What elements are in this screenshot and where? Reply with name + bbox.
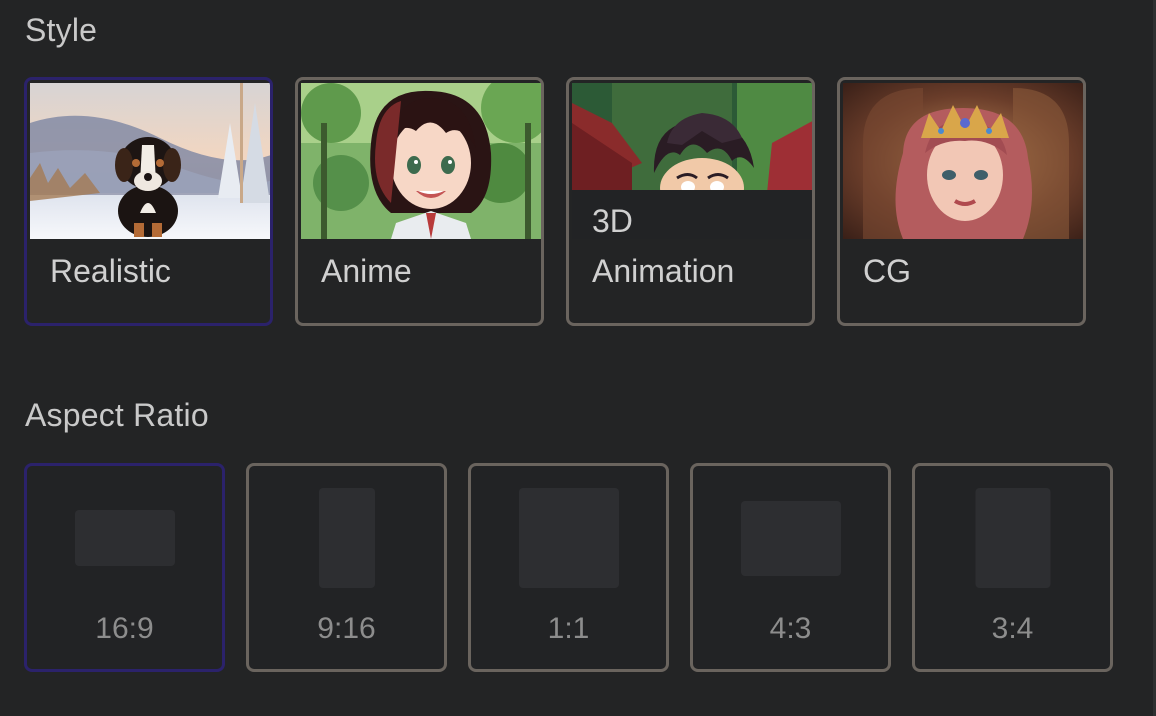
style-section-title: Style [25,12,98,48]
aspect-preview-1-1 [518,488,619,588]
aspect-option-label: 4:3 [769,612,812,645]
style-options: Realistic Anime 3D Animation CG [24,77,1086,326]
anime-thumbnail [301,83,541,239]
aspect-ratio-section-title: Aspect Ratio [25,397,209,433]
style-option-cg[interactable]: CG [837,77,1086,326]
aspect-option-3-4[interactable]: 3:4 [912,463,1113,672]
aspect-ratio-options: 16:9 9:16 1:1 4:3 3:4 [24,463,1113,672]
style-option-label: Anime [321,253,412,289]
style-option-anime[interactable]: Anime [295,77,544,326]
style-option-realistic[interactable]: Realistic [24,77,273,326]
aspect-option-16-9[interactable]: 16:9 [24,463,225,672]
aspect-option-label: 1:1 [547,612,590,645]
style-option-label: CG [863,253,911,289]
style-option-label: Realistic [50,253,171,289]
aspect-preview-9-16 [318,488,375,588]
aspect-option-label: 3:4 [991,612,1034,645]
aspect-preview-16-9 [74,510,175,566]
aspect-option-label: 16:9 [95,612,154,645]
realistic-thumbnail [30,83,270,239]
style-option-label: 3D Animation [592,203,735,289]
aspect-option-9-16[interactable]: 9:16 [246,463,447,672]
aspect-option-label: 9:16 [317,612,376,645]
aspect-option-4-3[interactable]: 4:3 [690,463,891,672]
aspect-preview-3-4 [975,488,1050,588]
aspect-option-1-1[interactable]: 1:1 [468,463,669,672]
cg-thumbnail [843,83,1083,239]
settings-panel: Style Realistic Anime 3D Animation CG As… [0,0,1156,716]
aspect-preview-4-3 [740,501,841,576]
style-option-3d-animation[interactable]: 3D Animation [566,77,815,326]
